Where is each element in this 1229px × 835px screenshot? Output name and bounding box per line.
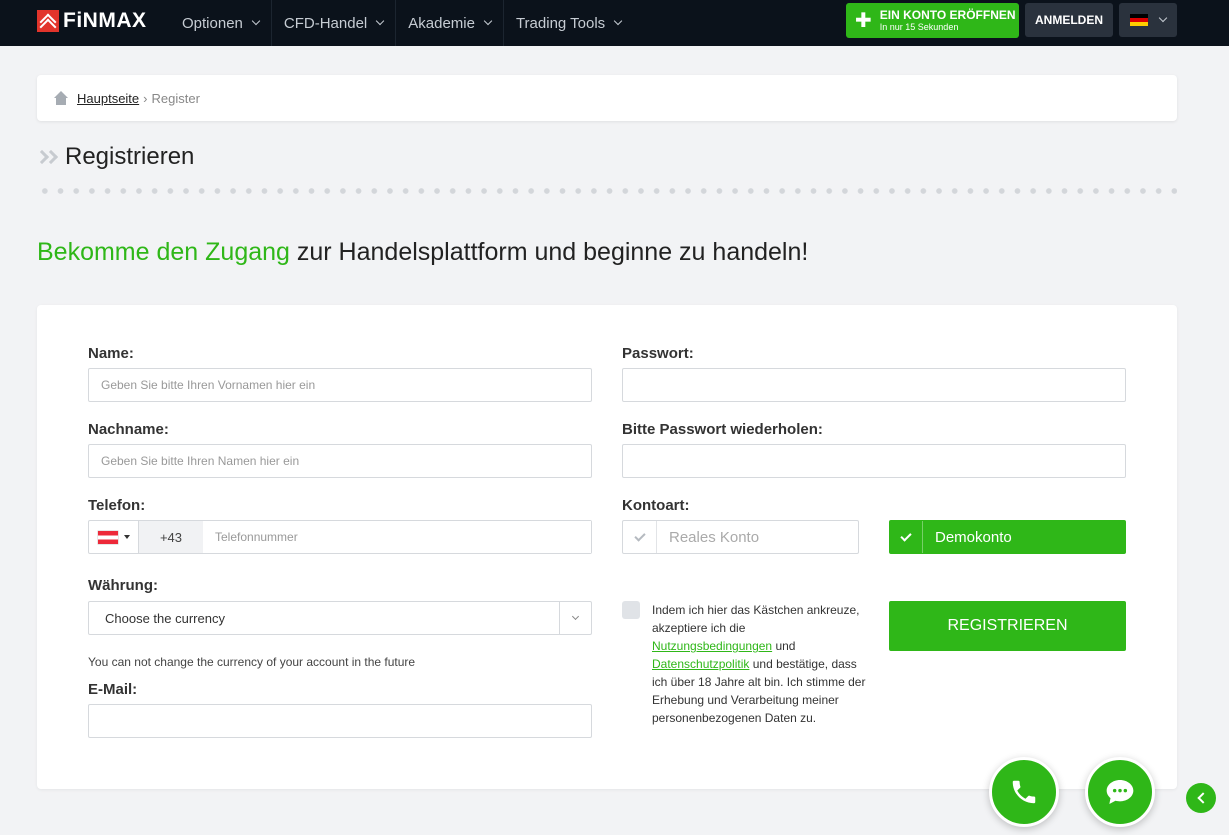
dotted-divider: [37, 188, 1177, 194]
password-input[interactable]: [622, 368, 1126, 402]
chevron-down-icon: [571, 612, 580, 621]
chevron-down-icon: [251, 16, 261, 26]
home-icon: [52, 91, 70, 105]
name-label: Name:: [88, 345, 134, 362]
terms-of-use-link[interactable]: Nutzungsbedingungen: [652, 639, 772, 653]
demo-account-label: Demokonto: [935, 528, 1012, 546]
main-menu: Optionen CFD-Handel Akademie Trading Too…: [170, 0, 633, 46]
chevron-left-icon: [1197, 792, 1209, 804]
call-button[interactable]: [989, 757, 1059, 827]
country-code-dropdown[interactable]: [89, 521, 139, 553]
page-title: Registrieren: [65, 143, 195, 170]
phone-country-code: +43: [139, 521, 203, 553]
lastname-label: Nachname:: [88, 421, 169, 438]
side-panel-toggle[interactable]: [1186, 783, 1216, 813]
phone-label: Telefon:: [88, 497, 146, 514]
first-name-input[interactable]: [88, 368, 592, 402]
double-chevron-icon: [34, 149, 59, 165]
login-button[interactable]: ANMELDEN: [1025, 3, 1113, 37]
german-flag-icon: [1130, 14, 1148, 26]
breadcrumb-separator: ›: [143, 90, 148, 106]
caret-down-icon: [123, 535, 130, 539]
terms-text: Indem ich hier das Kästchen ankreuze, ak…: [652, 601, 867, 727]
open-account-sublabel: In nur 15 Sekunden: [879, 22, 959, 32]
phone-icon: [1012, 780, 1036, 804]
nav-item-optionen[interactable]: Optionen: [170, 0, 272, 46]
open-account-button[interactable]: ✚ EIN KONTO ERÖFFNEN In nur 15 Sekunden: [846, 3, 1019, 38]
nav-item-label: Trading Tools: [515, 14, 606, 32]
last-name-input[interactable]: [88, 444, 592, 478]
password-repeat-input[interactable]: [622, 444, 1126, 478]
currency-selected-value: Choose the currency: [105, 610, 225, 626]
logo-icon: [37, 10, 59, 32]
logo-text: FiNMAX: [63, 9, 147, 32]
select-arrow: [559, 602, 591, 634]
currency-note: You can not change the currency of your …: [88, 655, 416, 669]
nav-item-akademie[interactable]: Akademie: [396, 0, 504, 46]
finmax-logo[interactable]: FiNMAX: [37, 9, 147, 33]
chevron-down-icon: [613, 16, 623, 26]
headline-highlight: Bekomme den Zugang: [37, 238, 290, 266]
password-repeat-label: Bitte Passwort wiederholen:: [622, 421, 823, 438]
headline: Bekomme den Zugang zur Handelsplattform …: [37, 238, 808, 267]
nav-item-label: Akademie: [408, 14, 475, 32]
chat-button[interactable]: [1085, 757, 1155, 827]
page-title-row: Registrieren: [34, 142, 195, 172]
privacy-policy-link[interactable]: Datenschutzpolitik: [652, 657, 749, 671]
nav-item-label: CFD-Handel: [283, 14, 368, 32]
breadcrumb-home-link[interactable]: Hauptseite: [77, 91, 139, 106]
phone-field: +43: [88, 520, 592, 554]
phone-input[interactable]: [203, 521, 591, 553]
plus-icon: ✚: [855, 9, 872, 32]
nav-item-label: Optionen: [182, 14, 243, 32]
check-icon: [889, 521, 923, 553]
currency-select[interactable]: Choose the currency: [88, 601, 592, 635]
currency-label: Währung:: [88, 577, 158, 594]
email-input[interactable]: [88, 704, 592, 738]
registration-form: Name: Nachname: Telefon: +43 Währung: Ch…: [37, 305, 1177, 789]
chevron-down-icon: [1158, 13, 1168, 23]
terms-text-part: Indem ich hier das Kästchen ankreuze, ak…: [652, 603, 860, 635]
chat-bubble-icon: [1106, 780, 1134, 804]
nav-item-cfd-handel[interactable]: CFD-Handel: [272, 0, 397, 46]
language-selector[interactable]: [1119, 3, 1177, 37]
top-navigation-bar: FiNMAX Optionen CFD-Handel Akademie Trad…: [0, 0, 1229, 46]
password-label: Passwort:: [622, 345, 694, 362]
demo-account-option[interactable]: Demokonto: [889, 520, 1126, 554]
real-account-label: Reales Konto: [669, 528, 760, 546]
real-account-option[interactable]: Reales Konto: [622, 520, 859, 554]
open-account-text: EIN KONTO ERÖFFNEN In nur 15 Sekunden: [880, 9, 1016, 32]
austria-flag-icon: [97, 530, 118, 544]
account-type-label: Kontoart:: [622, 497, 690, 514]
nav-item-trading-tools[interactable]: Trading Tools: [504, 0, 633, 46]
breadcrumb-current: Register: [151, 90, 200, 106]
check-icon: [623, 521, 657, 553]
chevron-down-icon: [376, 16, 385, 26]
register-button[interactable]: REGISTRIEREN: [889, 601, 1126, 651]
terms-text-part: und: [772, 639, 796, 653]
terms-checkbox[interactable]: [622, 601, 640, 619]
breadcrumb: Hauptseite › Register: [37, 75, 1177, 121]
chevron-down-icon: [483, 16, 493, 26]
email-label: E-Mail:: [88, 681, 138, 698]
headline-text: zur Handelsplattform und beginne zu hand…: [289, 238, 809, 266]
open-account-label: EIN KONTO ERÖFFNEN: [879, 8, 1016, 22]
